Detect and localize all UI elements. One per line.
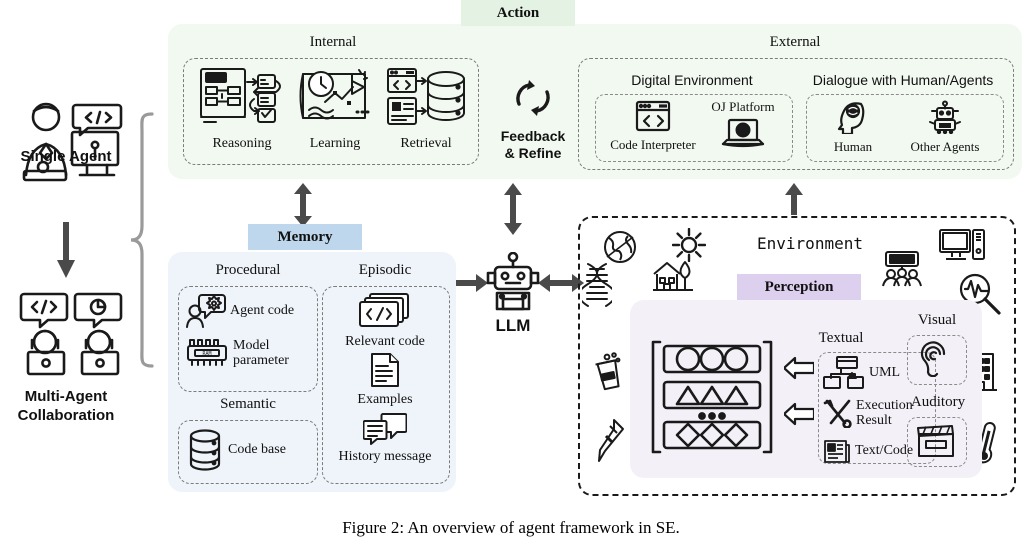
- multi-agent-icon: [18, 290, 126, 376]
- presentation-audience-icon: [880, 250, 924, 293]
- memory-item-agent-code[interactable]: Agent code: [186, 294, 310, 328]
- memory-item-examples[interactable]: Examples: [330, 352, 440, 408]
- dialogue-item-other-agents[interactable]: Other Agents: [897, 100, 993, 155]
- memory-item-label: Agent code: [230, 303, 295, 319]
- memory-item-label: Examples: [357, 392, 413, 407]
- digital-environment-title: Digital Environment: [631, 72, 753, 88]
- chat-messages-icon: [363, 413, 407, 445]
- robot-agent-icon: [929, 100, 961, 134]
- digital-item-oj-platform[interactable]: OJ Platform: [700, 99, 786, 150]
- memory-item-code-base[interactable]: Code base: [188, 428, 308, 472]
- feedback-refine: Feedback & Refine: [487, 78, 579, 162]
- feedback-label: Feedback & Refine: [501, 128, 566, 162]
- textual-item-label: Text/Code: [855, 443, 914, 459]
- dialogue-title: Dialogue with Human/Agents: [812, 72, 994, 88]
- house-tree-icon: [651, 257, 695, 298]
- ram-chip-icon: RAM: [187, 339, 227, 367]
- human-head-brain-icon: [837, 102, 865, 134]
- internal-item-retrieval[interactable]: Retrieval: [382, 66, 470, 152]
- feedback-line2: & Refine: [504, 144, 562, 161]
- environment-title: Environment: [757, 234, 863, 253]
- clapperboard-icon: [917, 425, 954, 457]
- internal-item-label: Learning: [309, 136, 361, 151]
- tools-icon: [823, 399, 852, 429]
- perception-badge: Perception: [737, 274, 861, 300]
- multi-agent-label: Multi-Agent Collaboration: [0, 388, 132, 426]
- memory-item-label: Code base: [228, 442, 286, 458]
- single-agent-icon: [12, 95, 132, 195]
- llm-label: LLM: [495, 316, 531, 335]
- multi-agent-label-line1: Multi-Agent: [24, 388, 108, 405]
- document-icon: [371, 353, 399, 387]
- uml-diagram-icon: [823, 356, 864, 389]
- internal-item-label: Reasoning: [212, 136, 272, 151]
- single-agent-label: Single Agent: [20, 148, 112, 165]
- textual-item-label: UML: [869, 365, 901, 381]
- memory-badge: Memory: [248, 224, 362, 250]
- single-to-multi-arrow-icon: [57, 222, 75, 283]
- robot-icon: [486, 252, 540, 311]
- stacked-code-cards-icon: [359, 293, 409, 327]
- matrix-brackets-icon: [648, 338, 776, 461]
- procedural-title: Procedural: [215, 262, 281, 278]
- digital-item-label: Code Interpreter: [610, 137, 696, 152]
- plan-flowchart-icon: [200, 68, 281, 123]
- figure-caption: Figure 2: An overview of agent framework…: [342, 518, 680, 537]
- visual-title: Visual: [917, 312, 957, 328]
- multi-agent-label-line2: Collaboration: [17, 406, 115, 424]
- perception-arrow-1-icon: [782, 356, 816, 385]
- internal-item-learning[interactable]: Learning: [291, 66, 379, 152]
- lab-jar-icon: [592, 352, 626, 397]
- action-badge: Action: [461, 0, 575, 26]
- digital-item-code-interpreter[interactable]: Code Interpreter: [601, 100, 705, 153]
- code-window-icon: [635, 100, 671, 132]
- desktop-computer-icon: [938, 228, 986, 269]
- ear-icon: [920, 341, 946, 378]
- dialogue-item-human[interactable]: Human: [818, 100, 888, 155]
- code-database-icon: [387, 68, 465, 125]
- memory-item-model-parameter[interactable]: RAM Model parameter: [186, 338, 310, 369]
- llm-node[interactable]: LLM: [480, 252, 546, 335]
- memory-item-label: History message: [338, 449, 432, 464]
- model-parameter-line2: parameter: [233, 353, 289, 369]
- internal-item-reasoning[interactable]: Reasoning: [196, 66, 288, 152]
- memory-item-label: Model parameter: [233, 338, 289, 369]
- memory-item-history-message[interactable]: History message: [326, 413, 444, 465]
- execution-result-line2: Result: [856, 413, 892, 429]
- visual-box[interactable]: [907, 335, 967, 385]
- external-title: External: [769, 34, 821, 50]
- refresh-cycle-icon: [516, 80, 550, 116]
- semantic-title: Semantic: [220, 396, 276, 412]
- internal-item-label: Retrieval: [400, 136, 452, 151]
- auditory-title: Auditory: [910, 394, 966, 410]
- dialogue-item-label: Other Agents: [910, 139, 980, 154]
- auditory-box[interactable]: [907, 417, 967, 467]
- laptop-globe-icon: [721, 118, 765, 147]
- memory-item-relevant-code[interactable]: Relevant code: [330, 292, 440, 350]
- episodic-title: Episodic: [358, 262, 412, 278]
- svg-text:RAM: RAM: [202, 351, 211, 357]
- dialogue-item-label: Human: [833, 139, 873, 154]
- perception-arrow-2-icon: [782, 402, 816, 431]
- pipette-icon: [592, 418, 626, 475]
- database-icon: [189, 429, 221, 471]
- external-environment-arrow-icon: [785, 183, 803, 220]
- clock-chart-flag-icon: [299, 69, 370, 120]
- feedback-line1: Feedback: [500, 128, 566, 144]
- newspaper-icon: [824, 440, 850, 463]
- textual-title: Textual: [818, 330, 864, 346]
- brace: [128, 110, 154, 375]
- memory-item-label: Relevant code: [345, 334, 425, 349]
- action-llm-arrow-icon: [504, 183, 522, 240]
- model-parameter-line1: Model: [233, 338, 270, 353]
- internal-title: Internal: [309, 34, 357, 50]
- dna-icon: [578, 262, 616, 313]
- person-gear-bubble-icon: [186, 294, 226, 328]
- digital-item-label: OJ Platform: [711, 99, 775, 114]
